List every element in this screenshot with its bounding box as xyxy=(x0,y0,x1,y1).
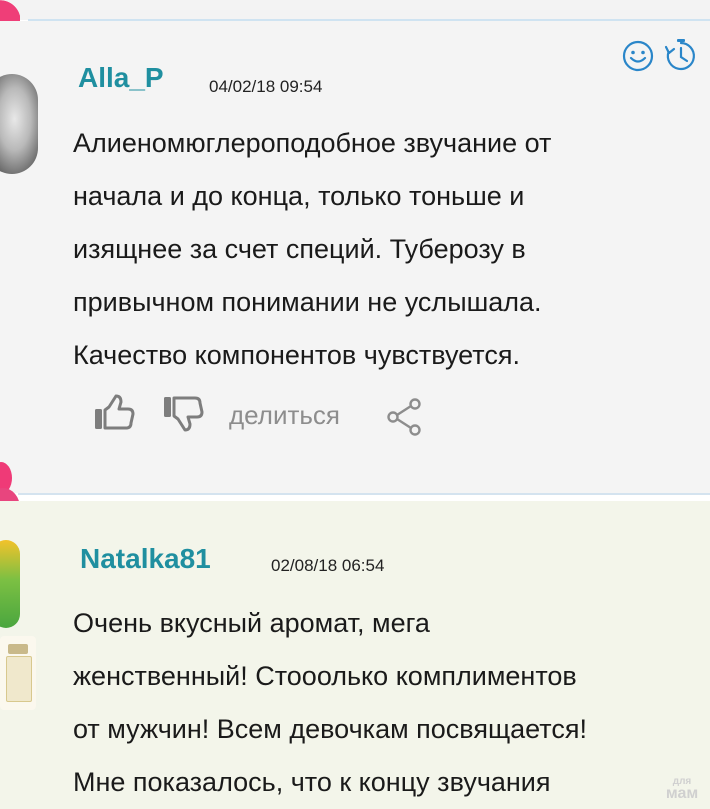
avatar[interactable] xyxy=(0,540,20,628)
comment-text-line: Алиеномюглероподобное звучание от xyxy=(73,128,552,158)
divider-line xyxy=(18,493,710,495)
thumbs-down-icon xyxy=(162,393,208,433)
comment-text-line: начала и до конца, только тоньше и xyxy=(73,181,525,211)
comment-text-line: Качество компонентов чувствуется. xyxy=(73,340,520,370)
username[interactable]: Alla_P xyxy=(78,62,164,94)
timestamp: 02/08/18 06:54 xyxy=(271,556,385,575)
comment-text-line: Мне показалось, что к концу звучания xyxy=(73,767,551,797)
comment-text-line: женственный! Стооолько комплиментов xyxy=(73,661,577,691)
comment-text-line: изящнее за счет специй. Туберозу в xyxy=(73,234,526,264)
share-icon[interactable] xyxy=(386,398,422,436)
watermark: для мам xyxy=(657,776,707,806)
like-button[interactable] xyxy=(93,393,137,433)
share-button[interactable]: делиться xyxy=(229,400,340,431)
dislike-button[interactable] xyxy=(162,393,208,433)
divider xyxy=(0,493,710,501)
timer-icon[interactable] xyxy=(663,38,699,74)
avatar-perfume-bottle xyxy=(0,636,36,710)
top-strip xyxy=(0,0,710,21)
timestamp: 04/02/18 09:54 xyxy=(209,77,323,96)
comment-text-line: привычном понимании не услышала. xyxy=(73,287,542,317)
avatar[interactable] xyxy=(0,74,38,174)
watermark-line: мам xyxy=(665,785,699,802)
username[interactable]: Natalka81 xyxy=(80,543,211,575)
bottle-cap xyxy=(8,644,28,654)
comment-text: Алиеномюглероподобное звучание от начала… xyxy=(73,117,698,382)
bottle-body xyxy=(6,656,32,702)
thumbs-up-icon xyxy=(93,393,137,433)
smile-icon[interactable] xyxy=(622,40,654,72)
comment-text-line: Очень вкусный аромат, мега xyxy=(73,608,430,638)
comment-text-line: от мужчин! Всем девочкам посвящается! xyxy=(73,714,587,744)
comment-text: Очень вкусный аромат, мега женственный! … xyxy=(73,597,710,809)
